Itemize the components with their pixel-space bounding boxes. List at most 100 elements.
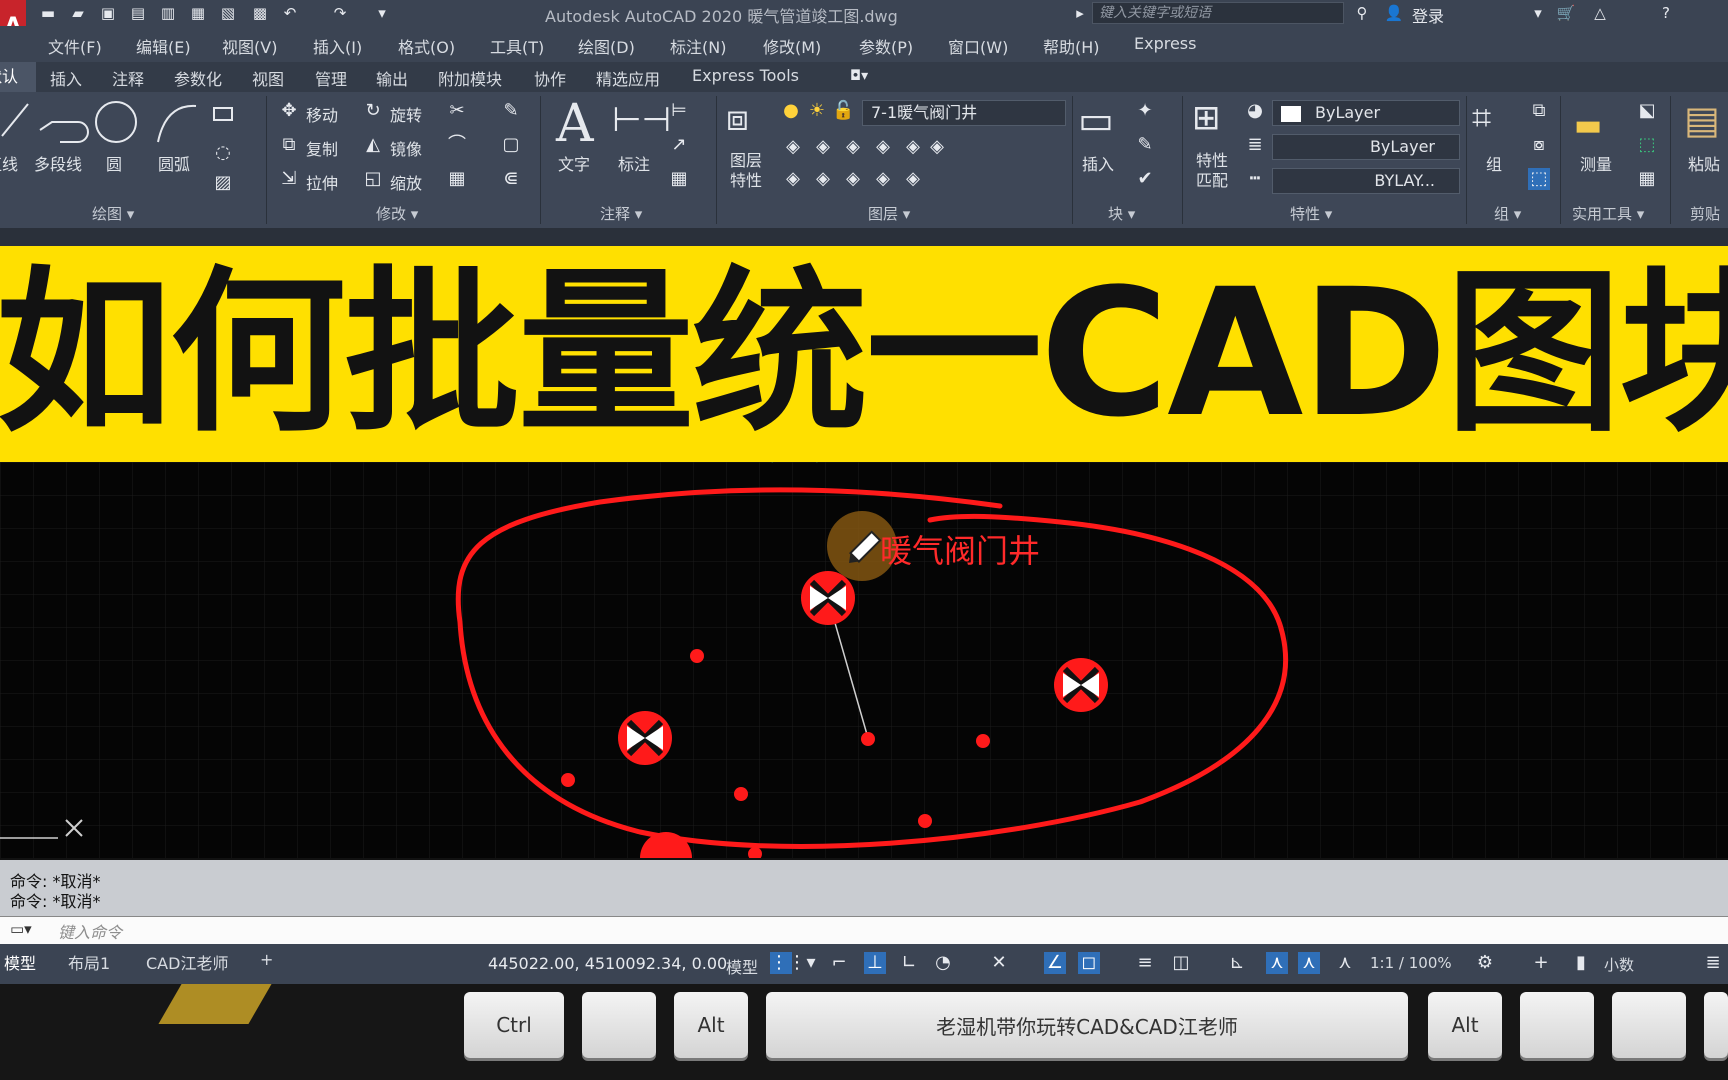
ribbon-options-icon[interactable]: ◘▾ [850,68,880,84]
key-blank[interactable] [1520,992,1594,1058]
leader-icon[interactable]: ↗ [668,134,690,156]
key-alt-left[interactable]: Alt [674,992,748,1058]
draw-panel-title[interactable]: 绘图 ▾ [92,203,134,224]
customize-statusbar-icon[interactable]: ≣ [1702,952,1724,974]
settings-gear-icon[interactable]: ⚙ [1474,952,1496,974]
scale-tool[interactable]: 缩放 [390,170,422,194]
select-all-icon[interactable]: ⬚ [1636,134,1658,156]
menu-dimension[interactable]: 标注(N) [670,34,726,58]
layers-panel-title[interactable]: 图层 ▾ [868,203,910,224]
tab-cad-teacher[interactable]: CAD江老师 [146,950,228,974]
lineweight-icon[interactable]: ≣ [1244,134,1266,156]
array-icon[interactable]: ▢ [500,134,522,156]
menu-draw[interactable]: 绘图(D) [578,34,635,58]
mirror-icon[interactable]: ◭ [362,134,384,156]
tab-featured-apps[interactable]: 精选应用 [596,66,660,90]
lineweight-toggle-icon[interactable]: ≡ [1134,952,1156,974]
object-snap-icon[interactable]: ◻ [1078,952,1100,974]
menu-file[interactable]: 文件(F) [48,34,102,58]
units-icon[interactable]: ▮ [1570,952,1592,974]
group-tool[interactable]: 组 [1486,151,1502,175]
tab-layout1[interactable]: 布局1 [68,950,110,974]
search-input[interactable]: 键入关键字或短语 [1092,2,1344,24]
binoculars-icon[interactable]: ⚲ [1352,3,1372,23]
export-icon[interactable]: ▥ [158,3,178,23]
line-tool[interactable]: 直线 [0,151,18,175]
transparency-icon[interactable]: ◫ [1170,952,1192,974]
model-space-toggle[interactable]: 模型 [726,954,758,978]
paste-tool[interactable]: 粘贴 [1688,151,1720,175]
new-file-icon[interactable]: ▬ [38,3,58,23]
arc-tool[interactable]: 圆弧 [158,151,190,175]
tab-view[interactable]: 视图 [252,66,284,90]
insert-block-tool[interactable]: 插入 [1082,151,1114,175]
tab-express-tools[interactable]: Express Tools [692,66,799,85]
infer-constraints-icon[interactable]: ⊥ [864,952,886,974]
menu-insert[interactable]: 插入(I) [313,34,362,58]
edit-block-icon[interactable]: ✎ [1134,134,1156,156]
groups-panel-title[interactable]: 组 ▾ [1494,203,1521,224]
menu-view[interactable]: 视图(V) [222,34,277,58]
tab-addins[interactable]: 附加模块 [438,66,502,90]
color-dropdown[interactable]: ByLayer [1272,100,1460,126]
ungroup-icon[interactable]: ⧉ [1528,100,1550,122]
auto-scale-icon[interactable]: ⋏ [1298,952,1320,974]
key-blank[interactable] [1612,992,1686,1058]
rect-array-icon[interactable]: ▦ [446,168,468,190]
dimension-icon[interactable]: ⊢⊣ [612,100,671,140]
linetype-icon[interactable]: ┅ [1244,168,1266,190]
linear-dim-icon[interactable]: ⊨ [668,100,690,122]
dimension-tool[interactable]: 标注 [618,151,650,175]
annotation-scale-icon[interactable]: ⋏ [1334,952,1356,974]
table-icon[interactable]: ▦ [668,168,690,190]
scale-icon[interactable]: ◱ [362,168,384,190]
group-icon[interactable]: ⌗ [1472,98,1491,138]
cart-icon[interactable]: 🛒 [1556,3,1576,23]
move-icon[interactable]: ✥ [278,100,300,122]
fillet-icon[interactable]: ⌒ [446,134,468,156]
circle-tool[interactable]: 圆 [106,151,122,175]
tab-annotate[interactable]: 注释 [112,66,144,90]
menu-parametric[interactable]: 参数(P) [859,34,913,58]
undo-icon[interactable]: ↶ [280,3,300,23]
tab-collaborate[interactable]: 协作 [534,66,566,90]
menu-window[interactable]: 窗口(W) [948,34,1008,58]
group-edit-icon[interactable]: ⧇ [1528,134,1550,156]
rotate-tool[interactable]: 旋转 [390,102,422,126]
hatch-icon[interactable]: ▨ [212,172,234,194]
command-input-bar[interactable] [0,916,1728,945]
attribute-icon[interactable]: ✔ [1134,168,1156,190]
key-blank[interactable] [582,992,656,1058]
drawing-canvas[interactable]: ( ...... ) [0,462,1728,858]
utilities-panel-title[interactable]: 实用工具 ▾ [1572,203,1644,224]
rotate-icon[interactable]: ↻ [362,100,384,122]
key-alt-right[interactable]: Alt [1428,992,1502,1058]
layer-tool-icon[interactable]: ◈ [872,168,894,190]
annotation-scale-dropdown[interactable]: 1:1 / 100% [1370,954,1452,972]
valve-well-symbol[interactable] [801,571,855,625]
command-input[interactable]: 键入命令 [58,919,122,943]
tab-parametric[interactable]: 参数化 [174,66,222,90]
layer-properties-icon[interactable]: ⧈ [726,98,749,140]
valve-well-symbol[interactable] [1054,658,1108,712]
offset-icon[interactable]: ⋐ [500,168,522,190]
paste-icon[interactable]: ▤ [1684,98,1720,142]
layer-tool-icon[interactable]: ◈ [872,136,894,158]
measure-tool[interactable]: 测量 [1580,151,1612,175]
open-file-icon[interactable]: ▰ [68,3,88,23]
add-icon[interactable]: + [1530,952,1552,974]
layer-properties-tool[interactable]: 图层特性 [730,151,770,191]
copy-tool[interactable]: 复制 [306,136,338,160]
coordinates-readout[interactable]: 445022.00, 4510092.34, 0.00 [488,954,727,973]
snap-icon[interactable]: ⌐ [828,952,850,974]
a360-icon[interactable]: △ [1590,3,1610,23]
layer-tool-icon[interactable]: ◈ [842,168,864,190]
text-icon[interactable]: A [556,94,594,154]
login-link[interactable]: 登录 [1412,3,1444,27]
key-spacebar[interactable]: 老湿机带你玩转CAD&CAD江老师 [766,992,1408,1058]
linetype-dropdown[interactable]: ByLayer [1272,134,1460,160]
share-icon[interactable]: ▦ [188,3,208,23]
save-icon[interactable]: ▣ [98,3,118,23]
measure-icon[interactable]: ▬ [1574,108,1602,143]
expand-search-icon[interactable]: ▸ [1070,3,1090,23]
